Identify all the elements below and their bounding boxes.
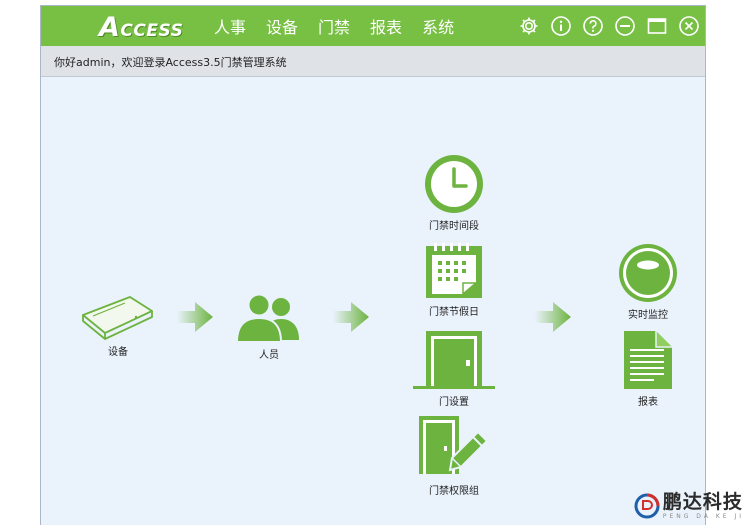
greeting-text: 你好admin，欢迎登录Access3.5门禁管理系统 — [54, 56, 287, 69]
door-edit-icon — [419, 416, 489, 474]
menu-reports[interactable]: 报表 — [370, 14, 402, 38]
menu-device[interactable]: 设备 — [266, 14, 298, 38]
document-icon — [624, 331, 672, 389]
maximize-icon[interactable] — [645, 14, 669, 38]
access-logo: A CCESS — [99, 12, 183, 42]
window-controls — [509, 14, 701, 38]
title-bar: A CCESS 人事 设备 门禁 报表 系统 — [41, 6, 705, 46]
watermark-subtitle: PENG DA KE JI — [662, 513, 744, 520]
monitor-orb-icon — [619, 244, 677, 302]
personnel-node[interactable]: 人员 — [231, 292, 307, 361]
arrow-right-icon — [333, 302, 369, 332]
time-zone-node[interactable]: 门禁时间段 — [417, 153, 491, 232]
logo-initial: A — [99, 12, 121, 43]
access-level-node[interactable]: 门禁权限组 — [414, 414, 494, 497]
door-settings-label: 门设置 — [439, 397, 469, 408]
calendar-icon — [426, 243, 482, 298]
menu-personnel[interactable]: 人事 — [214, 14, 246, 38]
time-zone-label: 门禁时间段 — [429, 221, 479, 232]
device-label: 设备 — [108, 347, 128, 358]
holiday-label: 门禁节假日 — [429, 307, 479, 318]
watermark-title: 鹏达科技 — [662, 491, 743, 513]
device-icon — [82, 296, 153, 340]
arrow-right-icon — [177, 302, 213, 332]
device-node[interactable]: 设备 — [79, 293, 157, 358]
menu-system[interactable]: 系统 — [422, 14, 454, 38]
pengda-logo — [634, 493, 660, 519]
help-icon[interactable] — [581, 14, 605, 38]
gear-icon[interactable] — [517, 14, 541, 38]
realtime-monitor-label: 实时监控 — [628, 310, 668, 321]
logo-rest: CCESS — [120, 21, 184, 41]
close-icon[interactable] — [677, 14, 701, 38]
workflow-panel: 设备 人员 门禁时间段 门禁节假日 门设置 门禁权限组 实时监控 报表 — [41, 77, 705, 525]
holiday-node[interactable]: 门禁节假日 — [417, 243, 491, 318]
menu-access-control[interactable]: 门禁 — [318, 14, 350, 38]
arrow-right-icon — [535, 302, 571, 332]
greeting-bar: 你好admin，欢迎登录Access3.5门禁管理系统 — [41, 46, 705, 77]
info-icon[interactable] — [549, 14, 573, 38]
reports-label: 报表 — [638, 397, 658, 408]
access-level-label: 门禁权限组 — [429, 486, 479, 497]
door-icon — [413, 331, 495, 389]
app-window: A CCESS 人事 设备 门禁 报表 系统 你好admin，欢迎登录Acces… — [40, 5, 706, 525]
watermark: 鹏达科技 PENG DA KE JI — [634, 492, 744, 520]
minimize-icon[interactable] — [613, 14, 637, 38]
clock-icon — [425, 155, 483, 213]
reports-node[interactable]: 报表 — [611, 329, 685, 408]
people-icon — [235, 293, 299, 343]
realtime-monitor-node[interactable]: 实时监控 — [611, 242, 685, 321]
main-menu: 人事 设备 门禁 报表 系统 — [214, 6, 474, 46]
personnel-label: 人员 — [259, 350, 279, 361]
door-settings-node[interactable]: 门设置 — [412, 329, 496, 408]
